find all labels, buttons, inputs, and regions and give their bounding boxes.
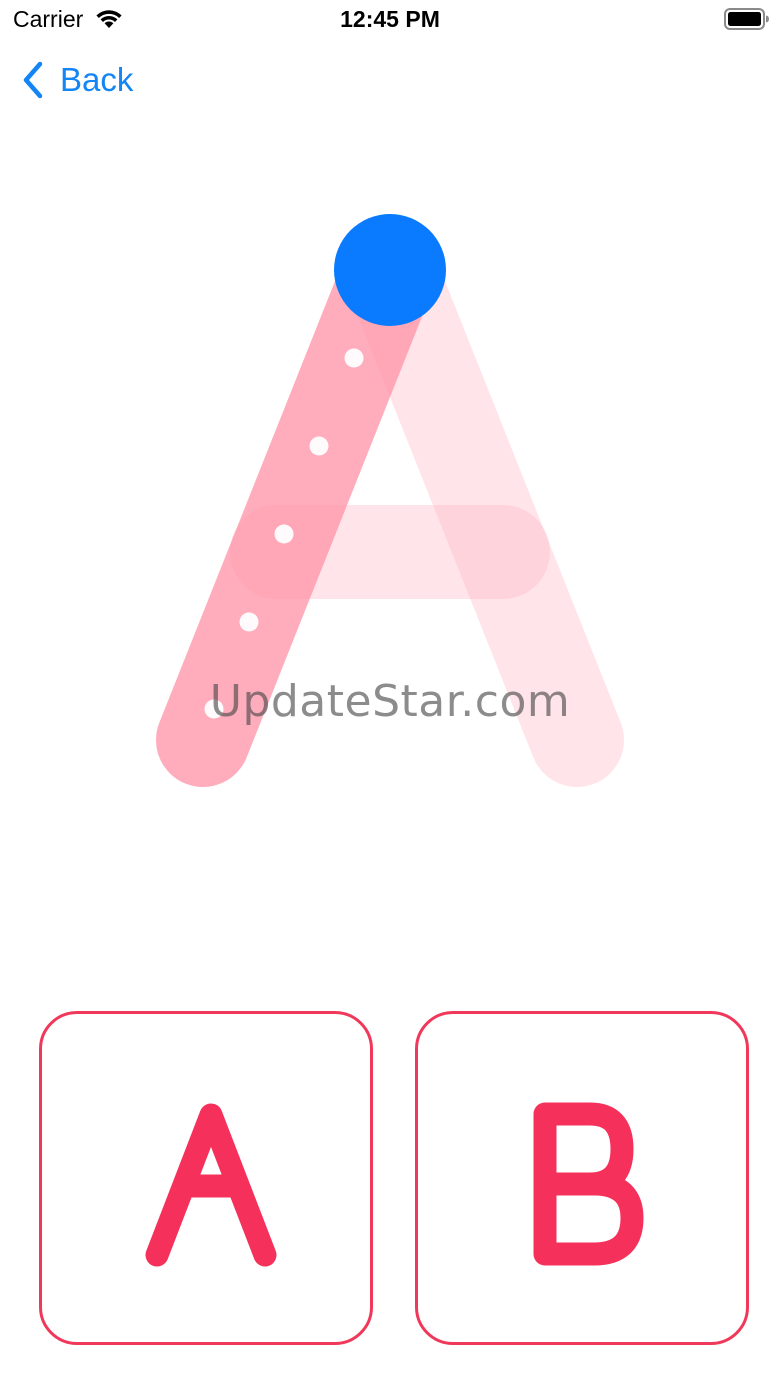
status-bar: Carrier 12:45 PM xyxy=(0,0,780,40)
letter-card-a[interactable] xyxy=(39,1011,373,1345)
guide-dot xyxy=(239,612,259,632)
letter-a-glyph xyxy=(145,1103,277,1267)
letter-tracing-screen: Carrier 12:45 PM Back UpdateStar.com xyxy=(0,0,780,1387)
tracing-canvas[interactable]: UpdateStar.com xyxy=(0,120,780,980)
chevron-left-icon xyxy=(23,61,43,99)
letter-b-glyph xyxy=(533,1102,644,1266)
tracing-letter-graphic xyxy=(156,214,624,787)
trace-touch-point[interactable] xyxy=(334,214,446,326)
guide-dot xyxy=(309,436,329,456)
letter-card-b[interactable] xyxy=(415,1011,749,1345)
guide-dot xyxy=(274,524,294,544)
status-time: 12:45 PM xyxy=(340,6,440,32)
navigation-bar: Back xyxy=(0,50,780,110)
watermark-text: UpdateStar.com xyxy=(209,676,571,727)
back-label: Back xyxy=(60,61,134,98)
battery-full-icon xyxy=(724,8,769,30)
guide-dot xyxy=(344,348,364,368)
back-button[interactable]: Back xyxy=(20,56,133,104)
